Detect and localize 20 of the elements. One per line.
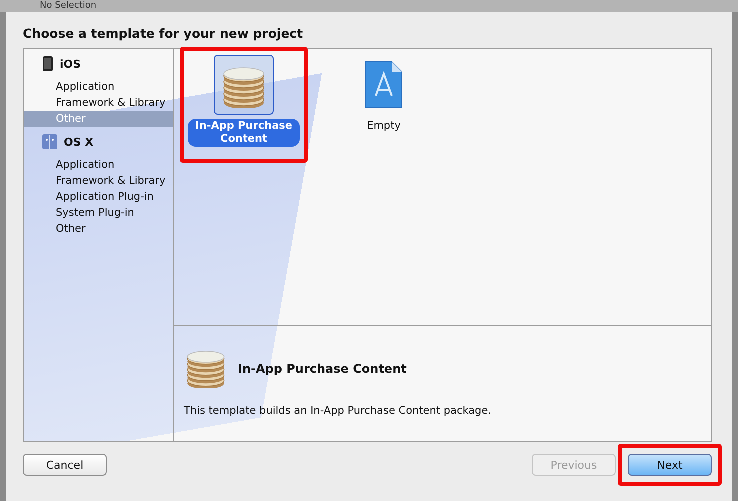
sheet-title: Choose a template for your new project [23, 26, 304, 43]
next-button[interactable]: Next [628, 454, 712, 476]
finder-icon [42, 134, 58, 150]
sidebar-item[interactable]: Application Plug-in [24, 189, 173, 205]
window-title: No Selection [40, 0, 97, 12]
sidebar-item[interactable]: Framework & Library [24, 95, 173, 111]
sidebar-heading: iOS [60, 58, 82, 70]
sidebar-item[interactable]: Other [24, 221, 173, 237]
sidebar-item[interactable]: System Plug-in [24, 205, 173, 221]
template-label[interactable]: In-App Purchase Content [188, 119, 300, 147]
sidebar-item[interactable]: Application [24, 79, 173, 95]
dialog-button[interactable]: Cancel [23, 454, 107, 476]
template-label[interactable]: Empty [328, 119, 440, 134]
description-text: This template builds an In-App Purchase Content package. [184, 405, 493, 418]
sidebar-heading: OS X [64, 136, 94, 148]
sidebar-item[interactable]: Application [24, 157, 173, 173]
description-title: In-App Purchase Content [238, 362, 407, 376]
phone-icon [42, 56, 54, 72]
sidebar-item[interactable]: Framework & Library [24, 173, 173, 189]
template-tile[interactable] [214, 55, 274, 115]
